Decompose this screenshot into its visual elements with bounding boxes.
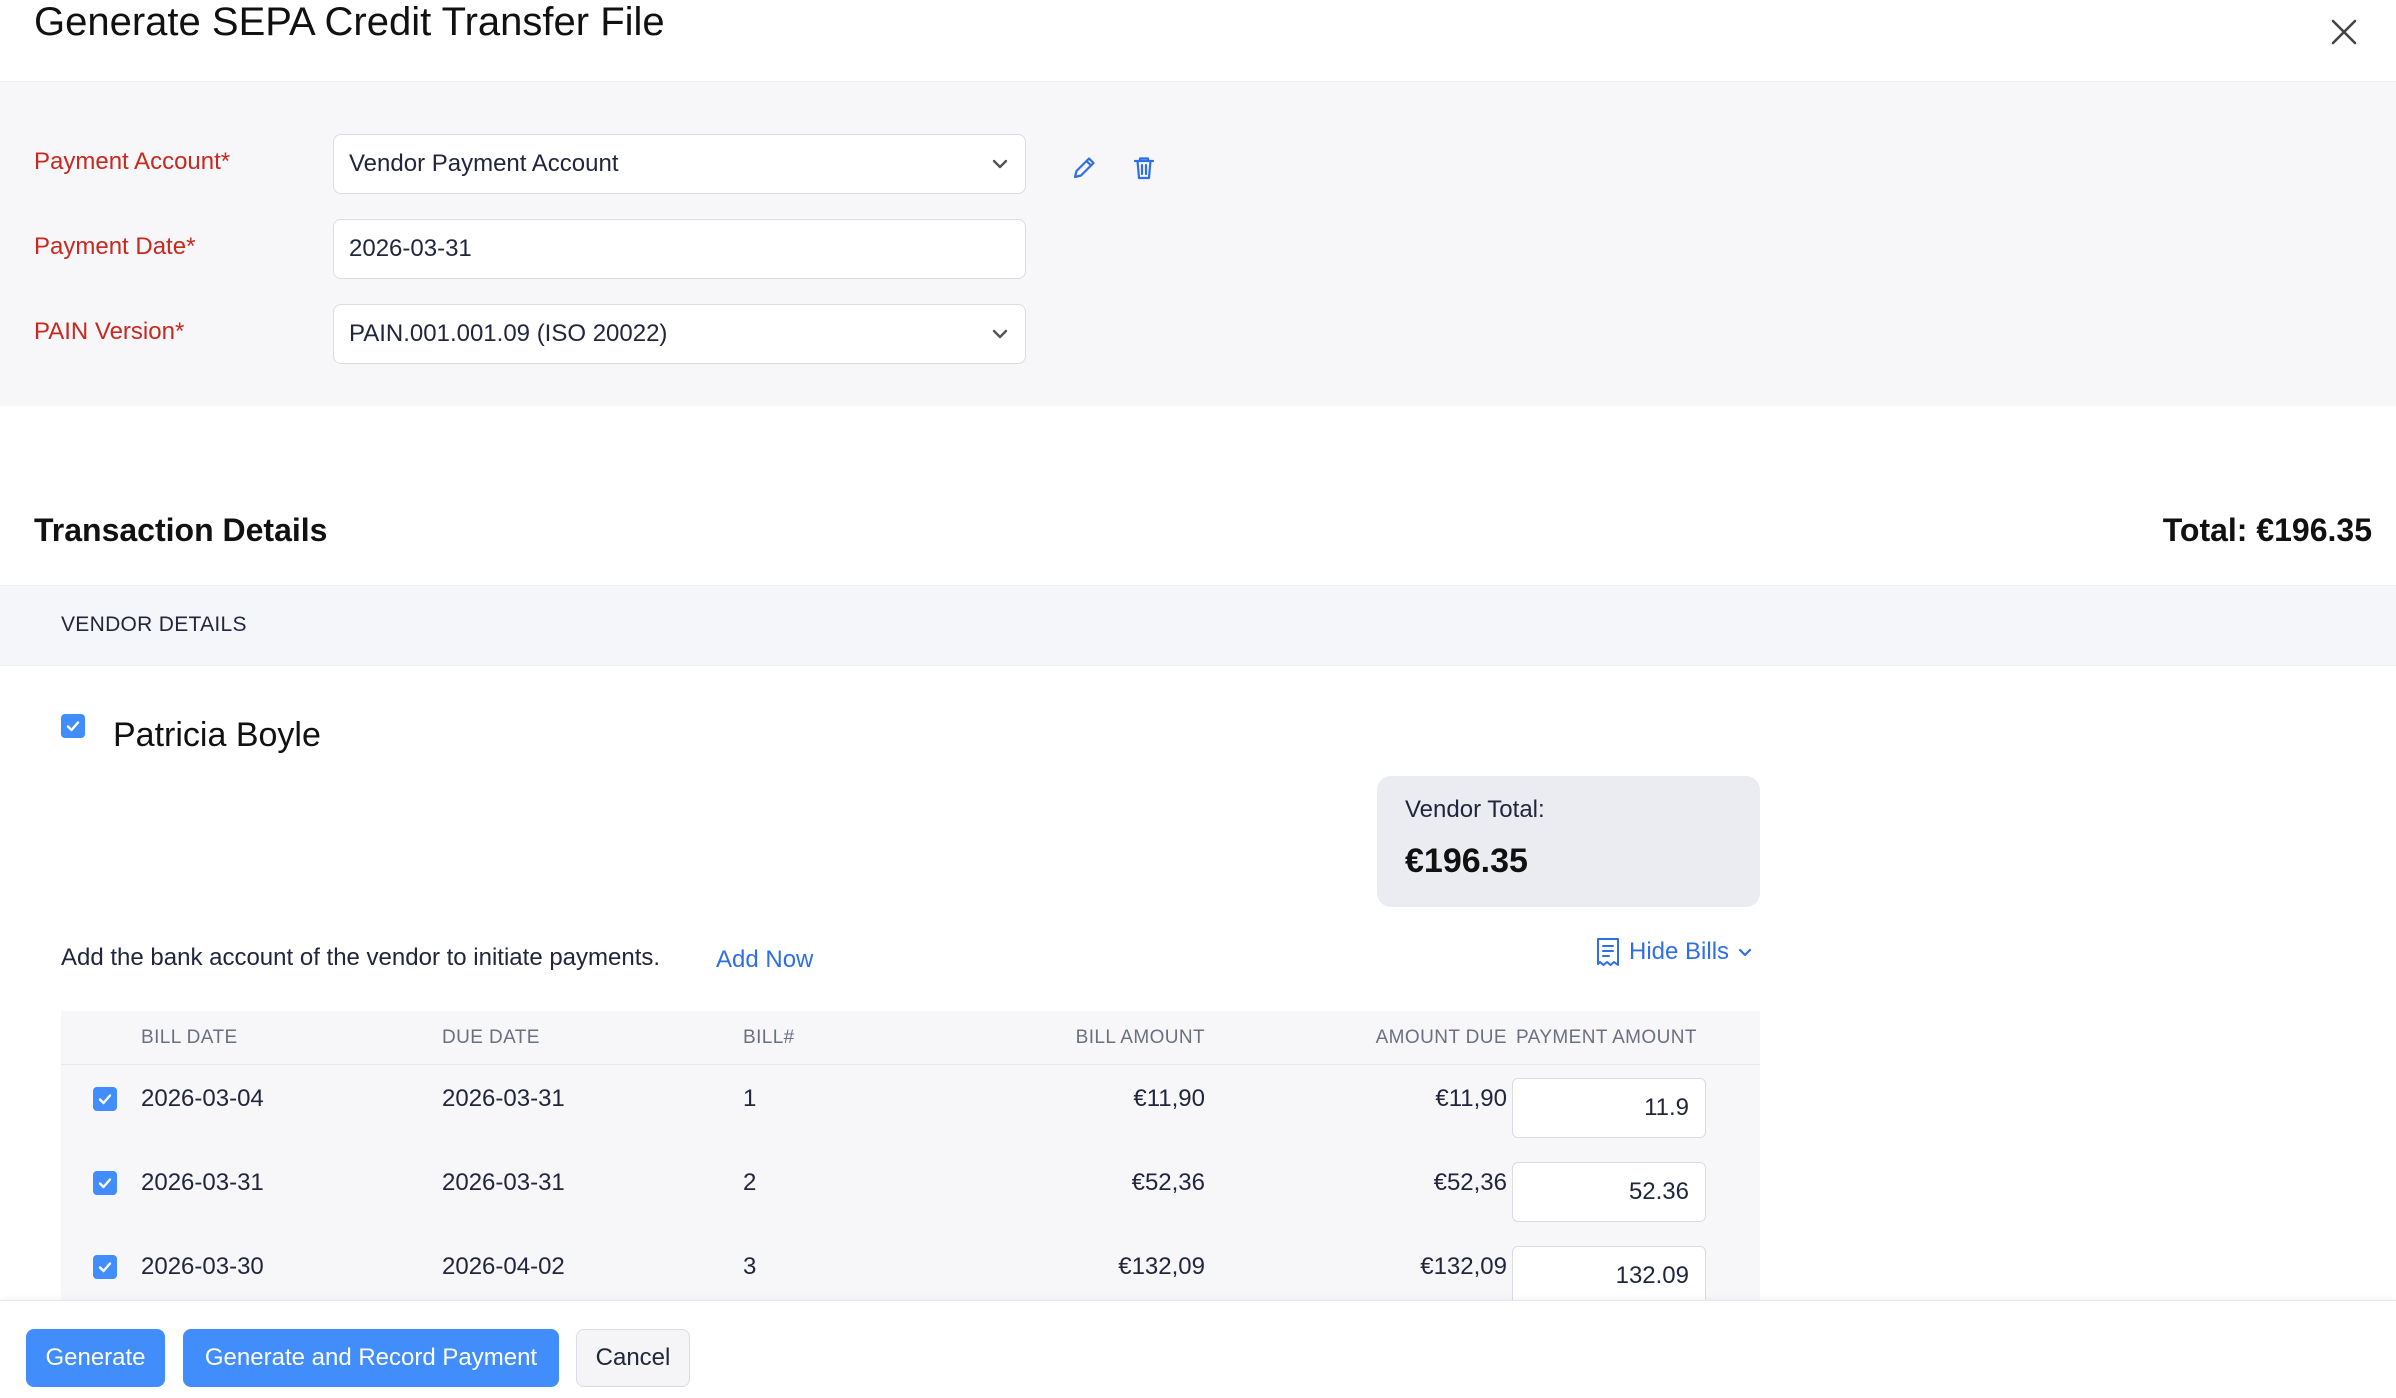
amount-due: €132,09 xyxy=(1420,1253,1507,1280)
bill-date: 2026-03-04 xyxy=(141,1085,264,1112)
cancel-button[interactable]: Cancel xyxy=(576,1329,690,1387)
bill-checkbox[interactable] xyxy=(93,1087,117,1111)
vendor-total-card: Vendor Total: €196.35 xyxy=(1377,776,1760,907)
table-row: 2026-03-04 2026-03-31 1 €11,90 €11,90 11… xyxy=(61,1065,1760,1149)
add-now-link[interactable]: Add Now xyxy=(716,946,813,974)
payment-amount-input[interactable]: 132.09 xyxy=(1512,1246,1706,1301)
dialog-footer: Generate Generate and Record Payment Can… xyxy=(0,1300,2396,1398)
due-date: 2026-03-31 xyxy=(442,1169,565,1196)
vendor-total-amount: €196.35 xyxy=(1405,842,1528,880)
bank-account-note: Add the bank account of the vendor to in… xyxy=(61,944,661,971)
grand-total: Total: €196.35 xyxy=(2162,512,2372,548)
chevron-down-icon xyxy=(1738,948,1752,957)
delete-account-button[interactable] xyxy=(1124,148,1164,188)
checkmark-icon xyxy=(98,1262,112,1273)
close-button[interactable] xyxy=(2322,10,2366,54)
due-date: 2026-04-02 xyxy=(442,1253,565,1280)
pain-version-label: PAIN Version* xyxy=(34,318,185,345)
chevron-down-icon xyxy=(992,159,1008,169)
sepa-dialog: Generate SEPA Credit Transfer File Payme… xyxy=(0,0,2396,1398)
bill-amount: €132,09 xyxy=(1118,1253,1205,1280)
table-row: 2026-03-31 2026-03-31 2 €52,36 €52,36 52… xyxy=(61,1149,1760,1233)
close-icon xyxy=(2331,19,2357,45)
vendor-details-header: VENDOR DETAILS xyxy=(0,585,2396,666)
payment-form: Payment Account* Vendor Payment Account … xyxy=(0,82,2396,406)
generate-button[interactable]: Generate xyxy=(26,1329,165,1387)
column-header: BILL DATE xyxy=(141,1027,238,1048)
payment-account-select[interactable]: Vendor Payment Account xyxy=(333,134,1026,194)
payment-account-value: Vendor Payment Account xyxy=(349,150,619,177)
column-header: AMOUNT DUE xyxy=(1375,1027,1507,1048)
edit-account-button[interactable] xyxy=(1064,148,1104,188)
hide-bills-toggle[interactable]: Hide Bills xyxy=(1595,934,1753,970)
bill-date: 2026-03-30 xyxy=(141,1253,264,1280)
transaction-details-heading: Transaction Details xyxy=(34,512,328,548)
checkmark-icon xyxy=(98,1094,112,1105)
column-header: DUE DATE xyxy=(442,1027,540,1048)
column-header: BILL AMOUNT xyxy=(1075,1027,1205,1048)
payment-date-input[interactable]: 2026-03-31 xyxy=(333,219,1026,279)
vendor-details-label: VENDOR DETAILS xyxy=(61,613,247,636)
dialog-title: Generate SEPA Credit Transfer File xyxy=(34,0,665,44)
hide-bills-label: Hide Bills xyxy=(1629,938,1730,965)
pain-version-value: PAIN.001.001.09 (ISO 20022) xyxy=(349,320,668,347)
checkmark-icon xyxy=(66,721,80,732)
vendor-name: Patricia Boyle xyxy=(113,716,321,754)
payment-amount-input[interactable]: 52.36 xyxy=(1512,1162,1706,1222)
amount-due: €52,36 xyxy=(1433,1169,1507,1196)
pain-version-select[interactable]: PAIN.001.001.09 (ISO 20022) xyxy=(333,304,1026,364)
checkmark-icon xyxy=(98,1178,112,1189)
payment-account-label: Payment Account* xyxy=(34,148,231,175)
bills-table: BILL DATE DUE DATE BILL# BILL AMOUNT AMO… xyxy=(61,1011,1760,1301)
column-header: BILL# xyxy=(743,1027,795,1048)
amount-due: €11,90 xyxy=(1435,1085,1507,1112)
bill-checkbox[interactable] xyxy=(93,1255,117,1279)
payment-date-value: 2026-03-31 xyxy=(349,235,472,262)
bill-number: 1 xyxy=(743,1085,757,1112)
vendor-checkbox[interactable] xyxy=(61,714,85,738)
chevron-down-icon xyxy=(992,329,1008,339)
bill-checkbox[interactable] xyxy=(93,1171,117,1195)
column-header: PAYMENT AMOUNT xyxy=(1516,1027,1697,1048)
trash-icon xyxy=(1133,157,1155,180)
vendor-total-label: Vendor Total: xyxy=(1405,796,1545,823)
bill-amount: €11,90 xyxy=(1133,1085,1205,1112)
bill-amount: €52,36 xyxy=(1131,1169,1205,1196)
receipt-icon xyxy=(1597,938,1619,966)
generate-and-record-button[interactable]: Generate and Record Payment xyxy=(183,1329,559,1387)
bill-number: 2 xyxy=(743,1169,757,1196)
table-row: 2026-03-30 2026-04-02 3 €132,09 €132,09 … xyxy=(61,1233,1760,1301)
table-header: BILL DATE DUE DATE BILL# BILL AMOUNT AMO… xyxy=(61,1011,1760,1065)
bill-date: 2026-03-31 xyxy=(141,1169,264,1196)
payment-amount-input[interactable]: 11.9 xyxy=(1512,1078,1706,1138)
dialog-header: Generate SEPA Credit Transfer File xyxy=(0,0,2396,82)
pencil-icon xyxy=(1073,157,1095,179)
due-date: 2026-03-31 xyxy=(442,1085,565,1112)
bill-number: 3 xyxy=(743,1253,757,1280)
payment-date-label: Payment Date* xyxy=(34,233,196,260)
